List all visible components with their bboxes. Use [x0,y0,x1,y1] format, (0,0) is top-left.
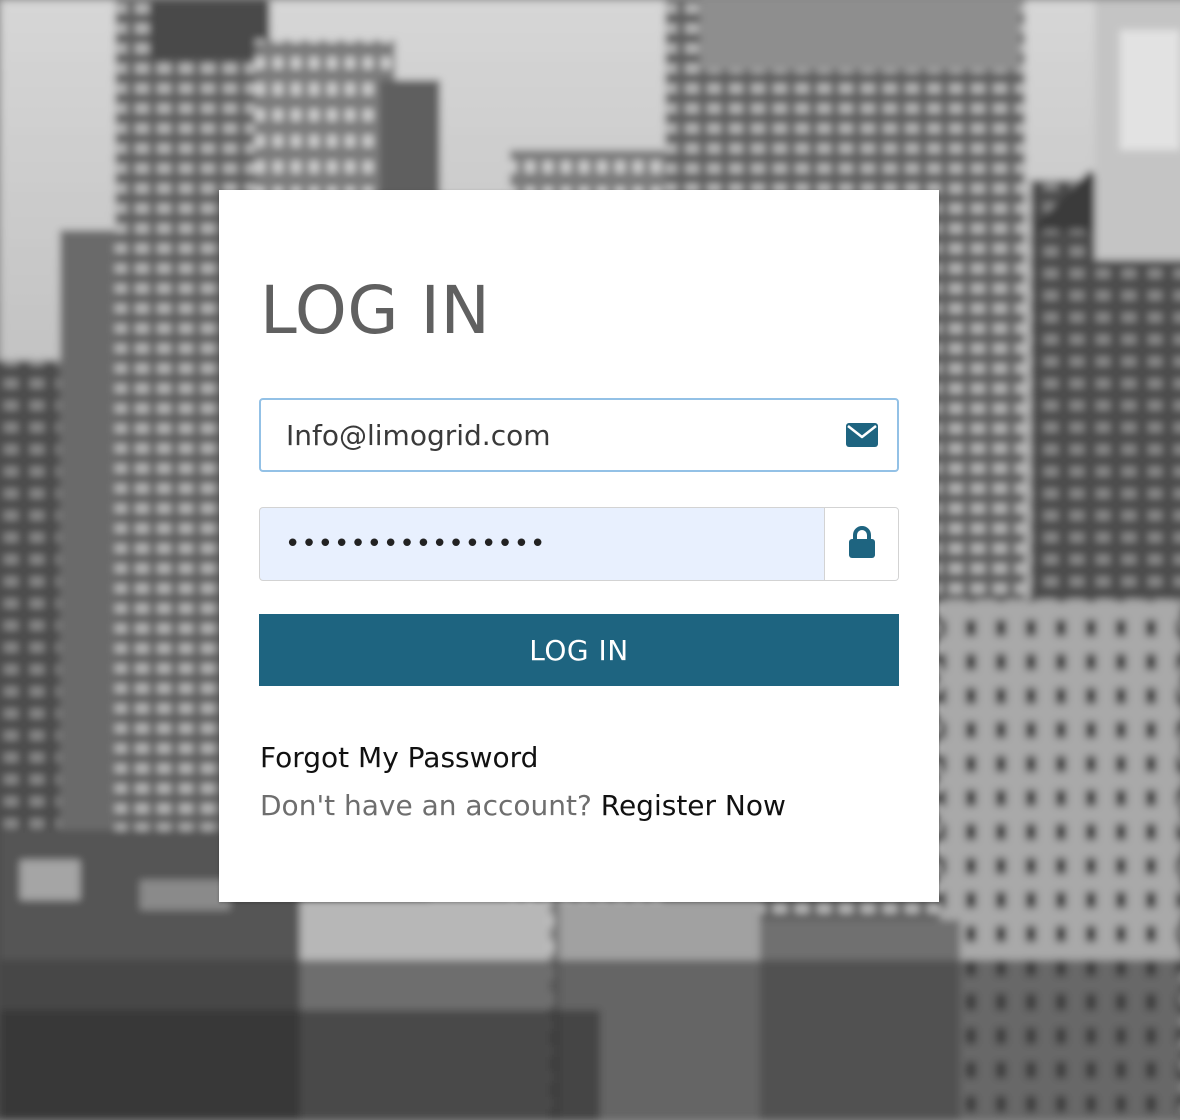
register-now-link[interactable]: Register Now [601,789,786,822]
password-addon [824,508,898,580]
password-input[interactable] [260,508,824,580]
register-prompt-text: Don't have an account? [260,789,592,822]
email-field-group [259,398,899,472]
login-title: LOG IN [260,272,491,349]
register-line: Don't have an account? Register Now [260,789,786,823]
envelope-icon [825,400,899,470]
login-card: LOG IN LOG IN Forgot My Password Don't h… [219,190,939,902]
lock-icon [848,526,876,562]
forgot-password-link[interactable]: Forgot My Password [260,741,538,775]
login-submit-button[interactable]: LOG IN [259,614,899,686]
email-input[interactable] [261,400,825,470]
password-field-group [259,507,899,581]
